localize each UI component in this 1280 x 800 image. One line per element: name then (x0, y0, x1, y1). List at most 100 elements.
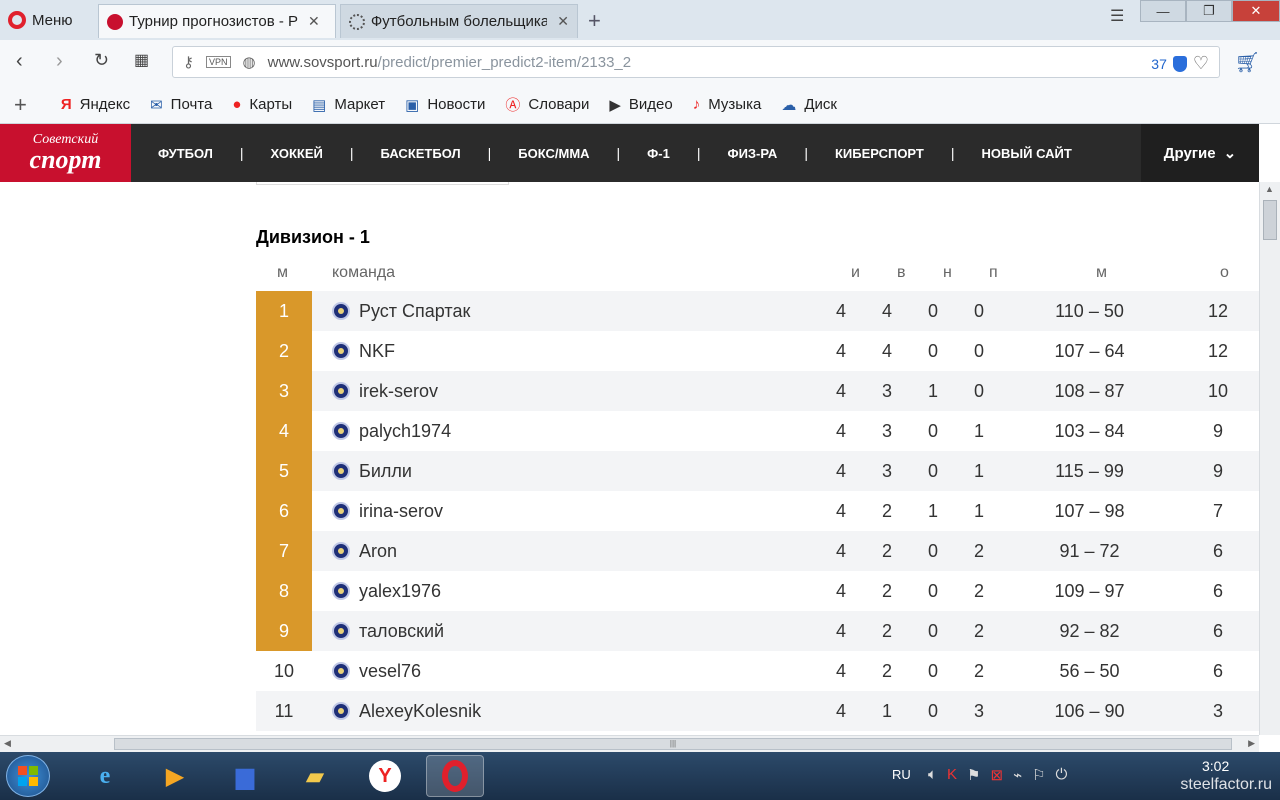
opera-taskbar-icon[interactable] (426, 755, 484, 797)
nav-esports[interactable]: КИБЕРСПОРТ (835, 146, 924, 161)
bookmark-dictionary[interactable]: Ⓐ Словари (505, 94, 589, 115)
opera-menu-button[interactable]: Меню (8, 7, 73, 33)
table-row[interactable]: 1 Руст Спартак 4 4 0 0 110 – 50 12 (256, 291, 1259, 331)
col-played[interactable]: и (851, 264, 860, 282)
nav-football[interactable]: ФУТБОЛ (158, 146, 213, 161)
file-explorer-icon[interactable]: ▰ (286, 755, 344, 797)
usb-icon[interactable]: ⌁ (1013, 766, 1022, 784)
draw-cell: 0 (910, 691, 956, 731)
team-name[interactable]: vesel76 (359, 661, 421, 682)
start-button[interactable] (6, 755, 50, 797)
kaspersky-icon[interactable]: K (947, 766, 957, 784)
team-name[interactable]: NKF (359, 341, 395, 362)
speaker-icon[interactable]: 🔈︎ (928, 766, 937, 784)
team-name[interactable]: таловский (359, 621, 444, 642)
disk-icon: ☁ (781, 96, 797, 114)
bookmark-yandex[interactable]: Я Яндекс (61, 96, 130, 113)
nav-fitness[interactable]: ФИЗ-РА (727, 146, 777, 161)
scroll-up-arrow-icon[interactable]: ▲ (1265, 184, 1274, 194)
vpn-badge[interactable]: VPN (206, 56, 231, 68)
shopping-cart-icon[interactable]: 🛒︎ (1235, 50, 1260, 75)
team-cell: Билли (312, 451, 818, 491)
table-row[interactable]: 11 AlexeyKolesnik 4 1 0 3 106 – 90 3 (256, 691, 1259, 731)
adblock-shield-icon[interactable] (1172, 55, 1187, 72)
nav-hockey[interactable]: ХОККЕЙ (271, 146, 323, 161)
key-icon[interactable]: ⚷ (183, 53, 194, 71)
table-row[interactable]: 4 palych1974 4 3 0 1 103 – 84 9 (256, 411, 1259, 451)
bookmark-video[interactable]: ▶ Видео (609, 96, 672, 114)
team-name[interactable]: Руст Спартак (359, 301, 470, 322)
col-team[interactable]: команда (332, 264, 395, 282)
window-close-icon[interactable]: ✕ (1232, 0, 1280, 22)
bookmark-music[interactable]: ♪ Музыка (693, 96, 762, 113)
team-name[interactable]: AlexeyKolesnik (359, 701, 481, 722)
language-indicator[interactable]: RU (892, 767, 911, 782)
tab-football-fans[interactable]: Футбольным болельщика ✕ (340, 4, 578, 38)
yandex-browser-icon[interactable]: Y (356, 755, 414, 797)
nav-boxing-mma[interactable]: БОКС/ММА (518, 146, 589, 161)
bookmark-heart-icon[interactable]: ♡ (1193, 53, 1209, 74)
col-score[interactable]: м (1096, 264, 1107, 282)
team-name[interactable]: palych1974 (359, 421, 451, 442)
minimize-icon[interactable]: — (1140, 0, 1186, 22)
bookmark-maps[interactable]: ● Карты (232, 96, 292, 113)
scroll-right-arrow-icon[interactable]: ▶ (1248, 738, 1255, 749)
others-dropdown[interactable]: Другие ⌄ (1141, 124, 1259, 182)
url-field[interactable]: ⚷ VPN ◍ www.sovsport.ru/predict/premier_… (172, 46, 1220, 78)
table-row[interactable]: 5 Билли 4 3 0 1 115 – 99 9 (256, 451, 1259, 491)
sovsport-logo[interactable]: Советский спорт (0, 124, 131, 182)
floppy-disk-icon[interactable]: ▆ (216, 755, 274, 797)
power-icon[interactable]: ⏻ (1056, 766, 1068, 784)
close-tab-icon[interactable]: ✕ (308, 13, 320, 30)
bookmark-market[interactable]: ▤ Маркет (312, 96, 385, 114)
bookmark-disk[interactable]: ☁ Диск (781, 96, 837, 114)
vertical-scrollbar[interactable]: ▲ (1259, 182, 1280, 735)
dictionary-icon: Ⓐ (505, 97, 521, 114)
horizontal-scroll-thumb[interactable]: ||| (114, 738, 1232, 750)
internet-explorer-icon[interactable]: e (76, 755, 134, 797)
table-row[interactable]: 10 vesel76 4 2 0 2 56 – 50 6 (256, 651, 1259, 691)
network-icon[interactable]: ⚑ (967, 766, 980, 784)
team-name[interactable]: Билли (359, 461, 412, 482)
col-pos[interactable]: м (277, 264, 288, 282)
speed-dial-grid-icon[interactable]: ▦ (134, 50, 149, 70)
won-cell: 3 (864, 411, 910, 451)
bookmark-news[interactable]: ▣ Новости (405, 96, 485, 114)
adblock-counter[interactable]: 37 (1151, 56, 1167, 72)
col-points[interactable]: о (1220, 264, 1229, 282)
media-player-icon[interactable]: ▶ (146, 755, 204, 797)
reload-icon[interactable]: ↻ (94, 50, 109, 71)
col-draw[interactable]: н (943, 264, 952, 282)
new-tab-plus-icon[interactable]: + (588, 8, 601, 34)
nav-f1[interactable]: Ф-1 (647, 146, 670, 161)
site-nav: ФУТБОЛ | ХОККЕЙ | БАСКЕТБОЛ | БОКС/ММА | Ф-1… (158, 145, 1072, 161)
scroll-left-arrow-icon[interactable]: ◀ (4, 738, 11, 749)
col-won[interactable]: в (897, 264, 906, 282)
tab-menu-icon[interactable]: ☰ (1110, 6, 1124, 26)
table-row[interactable]: 6 irina-serov 4 2 1 1 107 – 98 7 (256, 491, 1259, 531)
nav-new-site[interactable]: НОВЫЙ САЙТ (982, 146, 1072, 161)
tab-tournament[interactable]: Турнир прогнозистов - Р ✕ (98, 4, 336, 38)
team-name[interactable]: irina-serov (359, 501, 443, 522)
monitor-icon[interactable]: ⊠ (990, 766, 1003, 784)
col-lost[interactable]: п (989, 264, 998, 282)
table-row[interactable]: 9 таловский 4 2 0 2 92 – 82 6 (256, 611, 1259, 651)
maximize-icon[interactable]: ❐ (1186, 0, 1232, 22)
clock-time[interactable]: 3:02 (1202, 758, 1229, 774)
nav-basketball[interactable]: БАСКЕТБОЛ (381, 146, 461, 161)
table-row[interactable]: 3 irek-serov 4 3 1 0 108 – 87 10 (256, 371, 1259, 411)
close-tab-icon[interactable]: ✕ (557, 13, 569, 30)
bookmark-mail[interactable]: ✉ Почта (150, 96, 212, 114)
horizontal-scrollbar[interactable]: ◀ ||| ▶ (0, 735, 1259, 752)
table-row[interactable]: 7 Aron 4 2 0 2 91 – 72 6 (256, 531, 1259, 571)
vertical-scroll-thumb[interactable] (1263, 200, 1277, 240)
team-name[interactable]: yalex1976 (359, 581, 441, 602)
team-name[interactable]: irek-serov (359, 381, 438, 402)
table-row[interactable]: 8 yalex1976 4 2 0 2 109 – 97 6 (256, 571, 1259, 611)
add-bookmark-plus-icon[interactable]: + (14, 92, 27, 118)
back-arrow-icon[interactable]: ‹ (16, 50, 23, 73)
flag-icon[interactable]: ⚐ (1032, 766, 1045, 784)
forward-arrow-icon[interactable]: › (56, 50, 63, 73)
table-row[interactable]: 2 NKF 4 4 0 0 107 – 64 12 (256, 331, 1259, 371)
team-name[interactable]: Aron (359, 541, 397, 562)
